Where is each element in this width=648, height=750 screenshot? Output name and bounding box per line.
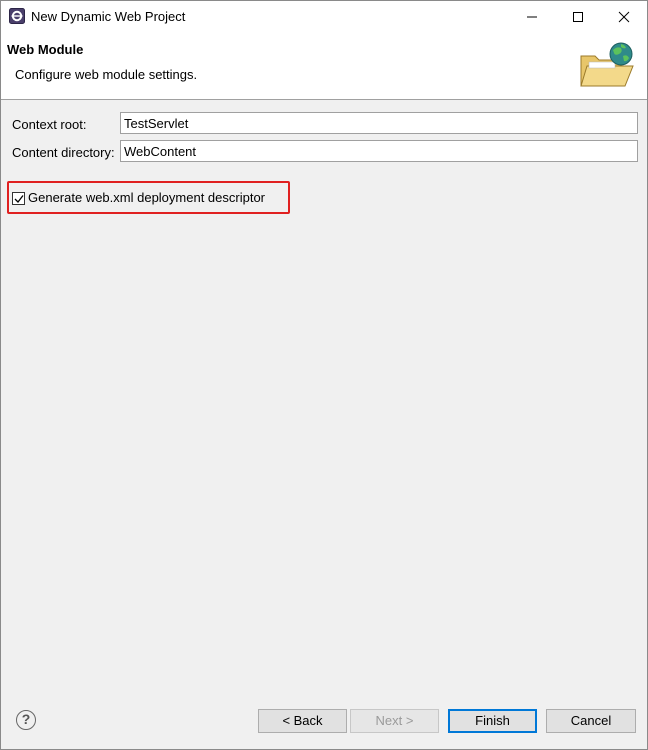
- next-button[interactable]: Next >: [350, 709, 439, 733]
- eclipse-app-icon: [9, 8, 25, 24]
- close-button[interactable]: [601, 1, 647, 32]
- maximize-button[interactable]: [555, 1, 601, 32]
- checkmark-icon: [14, 195, 24, 203]
- generate-web-xml-label[interactable]: Generate web.xml deployment descriptor: [28, 190, 265, 205]
- web-folder-globe-icon: [577, 40, 637, 92]
- context-root-label: Context root:: [12, 117, 87, 132]
- wizard-window: New Dynamic Web Project Web Module Confi…: [0, 0, 648, 750]
- page-title: Web Module: [7, 42, 84, 57]
- window-title: New Dynamic Web Project: [31, 9, 186, 24]
- minimize-icon: [527, 16, 537, 18]
- finish-button[interactable]: Finish: [448, 709, 537, 733]
- context-root-input[interactable]: [120, 112, 638, 134]
- help-button[interactable]: ?: [16, 710, 36, 730]
- cancel-button[interactable]: Cancel: [546, 709, 636, 733]
- wizard-header: Web Module Configure web module settings…: [1, 32, 647, 100]
- back-button[interactable]: < Back: [258, 709, 347, 733]
- content-directory-input[interactable]: [120, 140, 638, 162]
- maximize-icon: [573, 12, 583, 22]
- minimize-button[interactable]: [509, 1, 555, 32]
- title-bar: New Dynamic Web Project: [1, 1, 647, 32]
- generate-web-xml-checkbox[interactable]: [12, 192, 25, 205]
- close-icon: [618, 11, 630, 23]
- page-description: Configure web module settings.: [15, 67, 198, 82]
- content-directory-label: Content directory:: [12, 145, 115, 160]
